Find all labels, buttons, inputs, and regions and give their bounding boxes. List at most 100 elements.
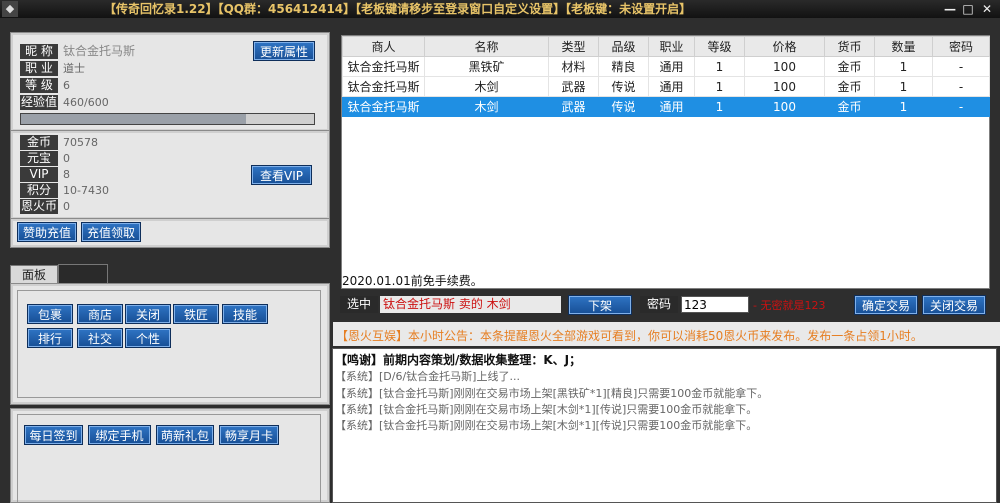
social-button[interactable]: 社交 [77,328,123,348]
confirm-trade-button[interactable]: 确定交易 [854,295,918,315]
player-exp: 460/600 [63,96,109,109]
bag-button[interactable]: 包裹 [27,304,73,324]
tab-other[interactable] [58,264,108,284]
table-cell: 传说 [598,96,649,117]
table-cell: 黑铁矿 [424,56,549,77]
table-cell: 木剑 [424,96,549,117]
market-table: 商人 名称 类型 品级 职业 等级 价格 货币 数量 密码 钛合金托马斯 黑铁矿… [341,35,990,289]
shop-button[interactable]: 商店 [77,304,123,324]
table-footer-note: 2020.01.01前免手续费。 [342,274,483,288]
table-row-selected[interactable]: 钛合金托马斯 木剑 武器 传说 通用 1 100 金币 1 - [342,96,990,117]
column-header[interactable]: 职业 [648,36,695,57]
table-cell: 1 [694,76,745,97]
enhuobi-label: 恩火币 [20,199,58,214]
column-header[interactable]: 价格 [744,36,825,57]
table-header-row: 商人 名称 类型 品级 职业 等级 价格 货币 数量 密码 [342,36,990,57]
column-header[interactable]: 等级 [694,36,745,57]
column-header[interactable]: 密码 [932,36,990,57]
exp-label: 经验值 [20,95,58,110]
unlist-button[interactable]: 下架 [568,295,632,315]
player-job: 道士 [63,62,85,75]
ranking-button[interactable]: 排行 [27,328,73,348]
score-label: 积分 [20,183,58,198]
table-cell: 武器 [548,76,599,97]
table-cell: 钛合金托马斯 [342,56,425,77]
score-value: 10-7430 [63,184,109,197]
table-cell: 100 [744,56,825,77]
table-cell: 木剑 [424,76,549,97]
table-cell: 金币 [824,96,875,117]
job-label: 职 业 [20,61,58,76]
refresh-attributes-button[interactable]: 更新属性 [253,41,315,61]
table-cell: 金币 [824,56,875,77]
gold-value: 70578 [63,136,98,149]
table-cell: 1 [694,96,745,117]
table-row[interactable]: 钛合金托马斯 木剑 武器 传说 通用 1 100 金币 1 - [342,76,990,97]
chat-line: 【系统】[钛合金托马斯]刚刚在交易市场上架[木剑*1][传说]只需要100金币就… [335,403,758,416]
chat-line: 【系统】[D/6/钛合金托马斯]上线了... [335,370,520,383]
view-vip-button[interactable]: 查看VIP [251,165,312,185]
column-header[interactable]: 名称 [424,36,549,57]
table-row[interactable]: 钛合金托马斯 黑铁矿 材料 精良 通用 1 100 金币 1 - [342,56,990,77]
table-cell: 武器 [548,96,599,117]
table-cell: 金币 [824,76,875,97]
yuanbao-value: 0 [63,152,70,165]
chat-line: 【系统】[钛合金托马斯]刚刚在交易市场上架[木剑*1][传说]只需要100金币就… [335,419,758,432]
maximize-icon[interactable]: □ [960,1,976,17]
table-cell: 1 [874,76,933,97]
table-cell: 1 [874,96,933,117]
table-cell: 100 [744,96,825,117]
selected-label: 选中 [340,296,378,313]
close-icon[interactable]: ✕ [979,1,995,17]
recharge-claim-button[interactable]: 充值领取 [81,222,141,242]
table-cell: 钛合金托马斯 [342,76,425,97]
monthly-card-button[interactable]: 畅享月卡 [219,425,279,445]
skills-button[interactable]: 技能 [222,304,268,324]
yuanbao-label: 元宝 [20,151,58,166]
column-header[interactable]: 货币 [824,36,875,57]
sponsor-recharge-button[interactable]: 赞助充值 [17,222,77,242]
selected-item-text: 钛合金托马斯 卖的 木剑 [380,296,561,313]
name-label: 昵 称 [20,44,58,59]
close-trade-button[interactable]: 关闭交易 [922,295,986,315]
player-name: 钛合金托马斯 [63,44,136,58]
level-label: 等 级 [20,78,58,93]
table-cell: - [932,56,990,77]
column-header[interactable]: 品级 [598,36,649,57]
window-title: 【传奇回忆录1.22】【QQ群：456412414】【老板键请移步至登录窗口自定… [104,2,692,16]
close-button[interactable]: 关闭 [125,304,171,324]
daily-signin-button[interactable]: 每日签到 [24,425,83,445]
table-cell: 1 [694,56,745,77]
table-cell: - [932,96,990,117]
column-header[interactable]: 数量 [874,36,933,57]
password-input[interactable] [681,296,749,313]
table-cell: 1 [874,56,933,77]
app-logo-icon: ◆ [2,1,18,17]
table-cell: 精良 [598,56,649,77]
vip-label: VIP [20,167,58,182]
table-cell: - [932,76,990,97]
minimize-icon[interactable]: — [942,1,958,17]
chat-line: 【系统】[钛合金托马斯]刚刚在交易市场上架[黑铁矿*1][精良]只需要100金币… [335,387,769,400]
table-cell: 通用 [648,56,695,77]
gold-label: 金币 [20,135,58,150]
table-cell: 100 [744,76,825,97]
table-cell: 传说 [598,76,649,97]
column-header[interactable]: 商人 [342,36,425,57]
player-level: 6 [63,79,70,92]
announcement-text: 【恩火互娱】本小时公告：本条提醒恩火全部游戏可看到，你可以消耗50恩火币来发布。… [336,329,923,343]
personality-button[interactable]: 个性 [125,328,171,348]
table-cell: 通用 [648,96,695,117]
table-cell: 材料 [548,56,599,77]
password-label: 密码 [640,296,678,313]
table-cell: 通用 [648,76,695,97]
newbie-gift-button[interactable]: 萌新礼包 [156,425,214,445]
blacksmith-button[interactable]: 铁匠 [173,304,219,324]
table-cell: 钛合金托马斯 [342,96,425,117]
bind-phone-button[interactable]: 绑定手机 [88,425,151,445]
vip-value: 8 [63,168,70,181]
column-header[interactable]: 类型 [548,36,599,57]
enhuobi-value: 0 [63,200,70,213]
exp-progress-fill [21,114,246,124]
tab-panel[interactable]: 面板 [10,265,58,284]
